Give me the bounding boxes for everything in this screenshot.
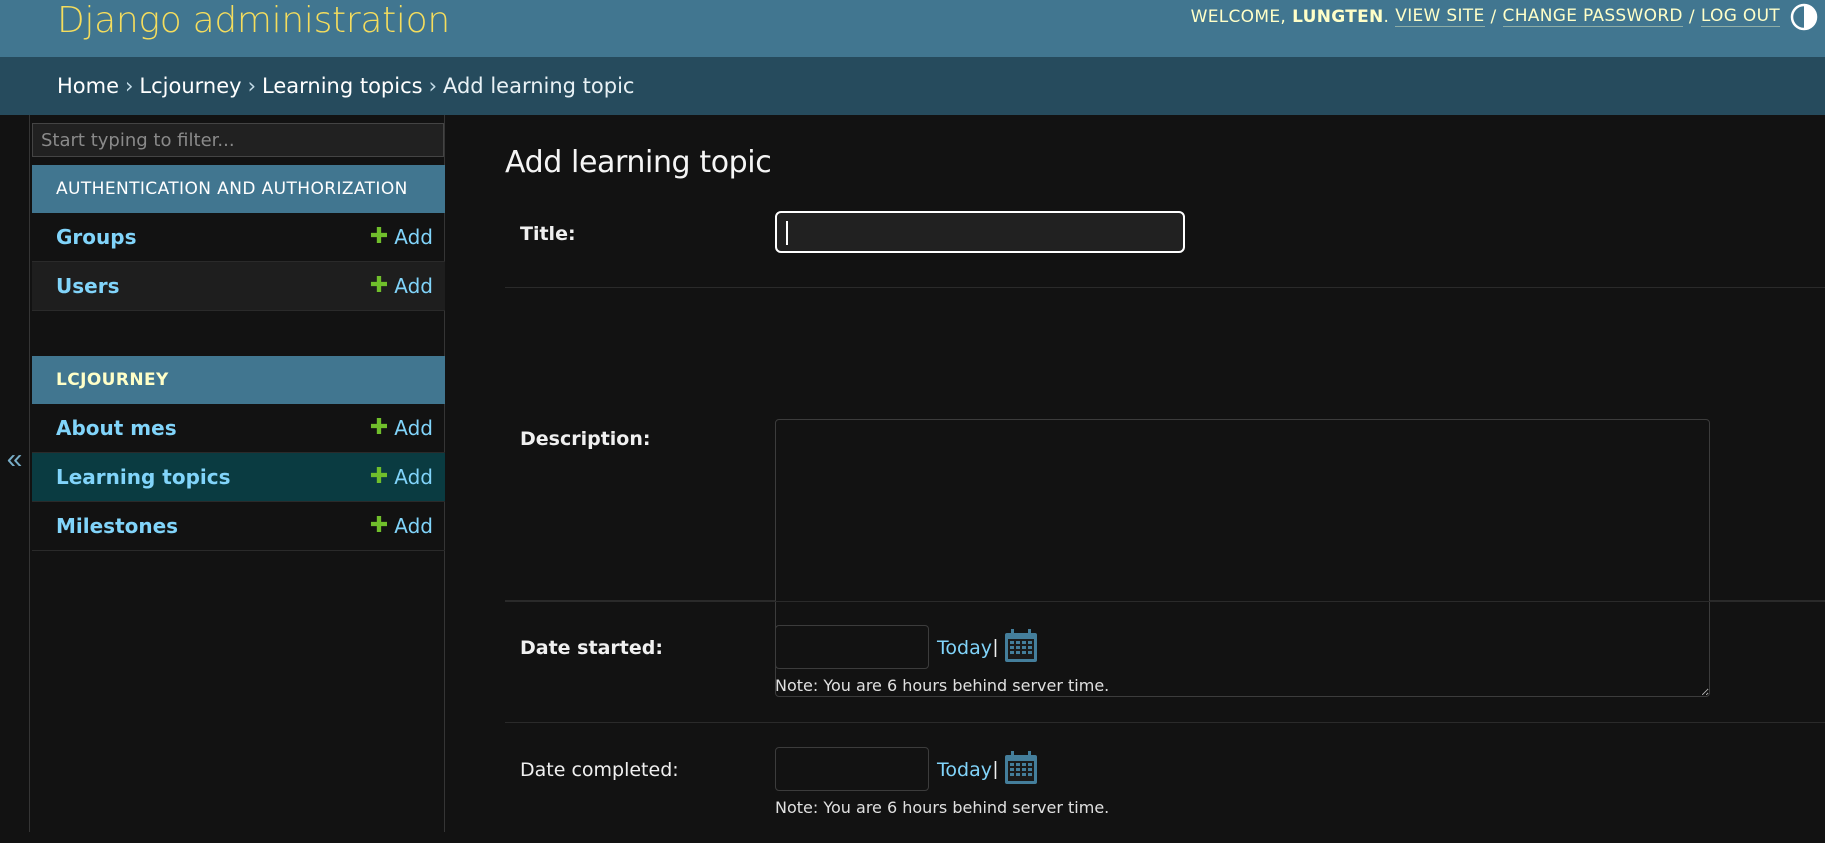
toggle-sidebar-button[interactable]: «: [0, 115, 30, 832]
breadcrumb-home[interactable]: Home: [57, 74, 119, 98]
user-tools: WELCOME, LUNGTEN. VIEW SITE / CHANGE PAS…: [1191, 6, 1780, 27]
timezone-note: Note: You are 6 hours behind server time…: [775, 798, 1110, 817]
title-label: Title:: [520, 223, 576, 245]
form-row-date-completed: Date completed: Today | Note: You are 6 …: [505, 723, 1825, 843]
timezone-note: Note: You are 6 hours behind server time…: [775, 676, 1110, 695]
sidebar-item-label[interactable]: Milestones: [56, 514, 178, 538]
sidebar-item-label[interactable]: About mes: [56, 416, 177, 440]
breadcrumb-arrow: ›: [125, 74, 134, 98]
welcome-text: WELCOME,: [1190, 6, 1287, 27]
breadcrumb-arrow: ›: [247, 74, 256, 98]
add-label: Add: [394, 274, 433, 298]
date-started-label: Date started:: [520, 637, 663, 659]
breadcrumb-arrow: ›: [428, 74, 437, 98]
date-completed-today-link[interactable]: Today: [937, 759, 992, 781]
title-input[interactable]: [775, 211, 1185, 253]
change-password-link[interactable]: CHANGE PASSWORD: [1502, 6, 1683, 27]
username: LUNGTEN: [1292, 6, 1384, 27]
add-learning-topics-button[interactable]: ✚ Add: [370, 465, 433, 489]
plus-icon: ✚: [369, 415, 389, 440]
sidebar-item-about-mes: About mes ✚ Add: [32, 404, 445, 453]
date-completed-label: Date completed:: [520, 759, 679, 781]
calendar-icon[interactable]: [1003, 628, 1039, 664]
description-label: Description:: [520, 428, 651, 450]
view-site-link[interactable]: VIEW SITE: [1395, 6, 1485, 27]
separator: /: [1688, 6, 1695, 27]
pipe-separator: |: [993, 637, 998, 658]
theme-toggle-icon[interactable]: [1789, 2, 1819, 32]
sidebar-item-label[interactable]: Users: [56, 274, 119, 298]
form-row-title: Title:: [505, 195, 1825, 288]
form-row-description: Description:: [505, 288, 1825, 697]
double-chevron-left-icon: «: [6, 442, 23, 474]
module-caption-lcjourney[interactable]: LCJOURNEY: [32, 356, 445, 404]
sidebar-item-users: Users ✚ Add: [32, 262, 445, 311]
plus-icon: ✚: [369, 513, 389, 538]
log-out-link[interactable]: LOG OUT: [1700, 6, 1780, 27]
breadcrumb-lcjourney[interactable]: Lcjourney: [139, 74, 241, 98]
module-caption-auth[interactable]: AUTHENTICATION AND AUTHORIZATION: [32, 165, 445, 213]
plus-icon: ✚: [369, 464, 389, 489]
sidebar-item-learning-topics: Learning topics ✚ Add: [32, 453, 445, 502]
sidebar-item-groups: Groups ✚ Add: [32, 213, 445, 262]
breadcrumb-current: Add learning topic: [442, 74, 635, 98]
site-name[interactable]: Django administration: [57, 0, 450, 42]
main-content: Add learning topic Title: Description: D…: [505, 115, 1825, 832]
plus-icon: ✚: [369, 224, 389, 249]
sidebar-item-milestones: Milestones ✚ Add: [32, 502, 445, 551]
date-started-today-link[interactable]: Today: [937, 637, 992, 659]
add-milestones-button[interactable]: ✚ Add: [370, 514, 433, 538]
date-started-input[interactable]: [775, 625, 929, 669]
nav-sidebar: AUTHENTICATION AND AUTHORIZATION Groups …: [30, 115, 445, 832]
form-row-date-started: Date started: Today | Note: You are 6 ho…: [505, 601, 1825, 723]
nav-filter-input[interactable]: [32, 123, 444, 157]
separator: /: [1490, 6, 1497, 27]
plus-icon: ✚: [369, 273, 389, 298]
date-completed-input[interactable]: [775, 747, 929, 791]
add-users-button[interactable]: ✚ Add: [370, 274, 433, 298]
breadcrumb: Home › Lcjourney › Learning topics › Add…: [0, 57, 1825, 115]
pipe-separator: |: [993, 759, 998, 780]
sidebar-item-label[interactable]: Learning topics: [56, 465, 231, 489]
sidebar-item-label[interactable]: Groups: [56, 225, 136, 249]
add-label: Add: [394, 225, 433, 249]
breadcrumb-learning-topics[interactable]: Learning topics: [262, 74, 423, 98]
add-groups-button[interactable]: ✚ Add: [370, 225, 433, 249]
add-label: Add: [394, 514, 433, 538]
page-title: Add learning topic: [505, 145, 772, 180]
add-label: Add: [394, 416, 433, 440]
add-label: Add: [394, 465, 433, 489]
username-suffix: .: [1383, 6, 1390, 27]
add-about-mes-button[interactable]: ✚ Add: [370, 416, 433, 440]
text-caret: [786, 221, 788, 245]
calendar-icon[interactable]: [1003, 750, 1039, 786]
header: Django administration WELCOME, LUNGTEN. …: [0, 0, 1825, 57]
